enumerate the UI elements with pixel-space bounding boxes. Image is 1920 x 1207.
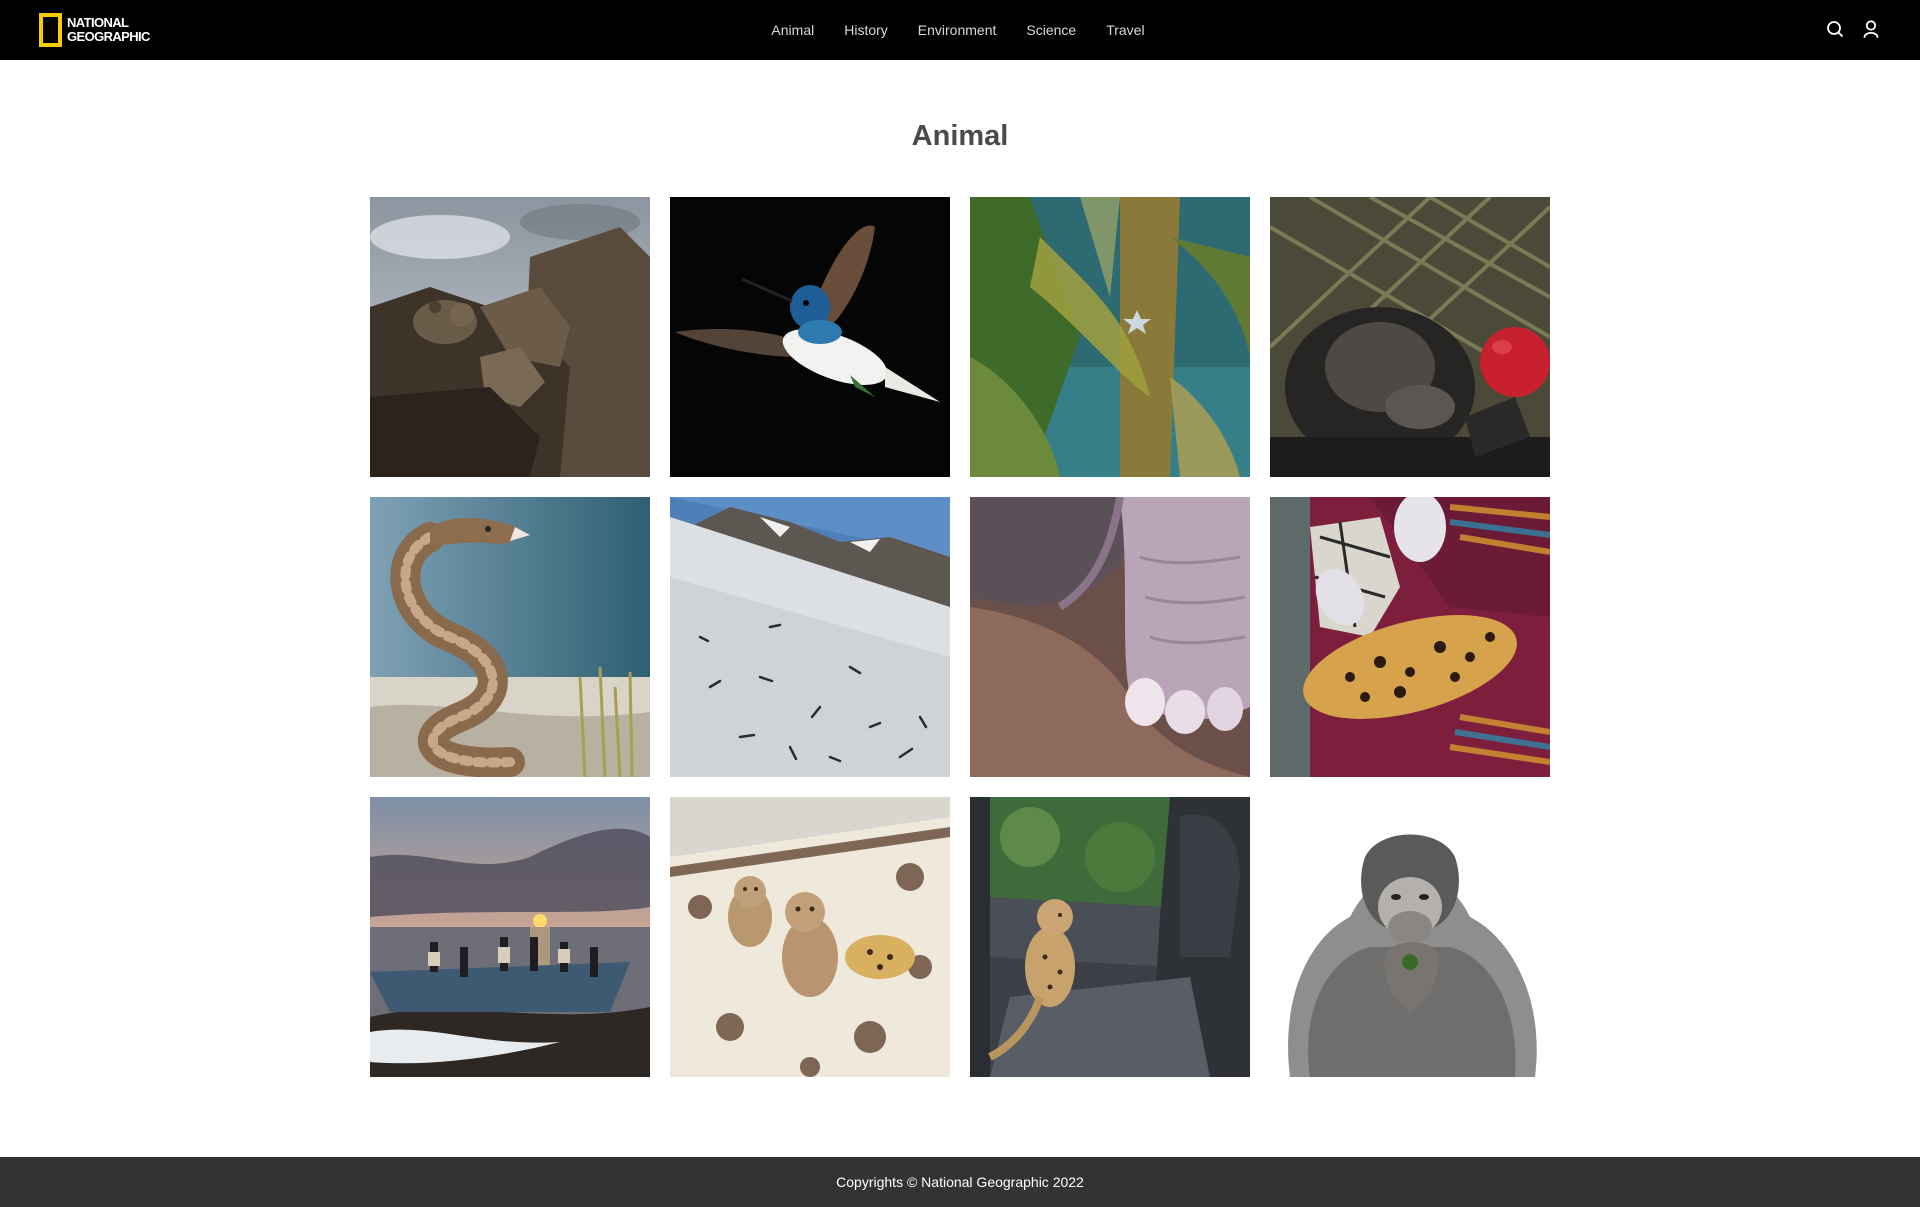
photo-cheetah-car[interactable] <box>970 797 1250 1077</box>
elephant-foot-image <box>970 497 1250 777</box>
copyright-text: Copyrights © National Geographic 2022 <box>836 1174 1084 1190</box>
photo-hummingbird[interactable] <box>670 197 950 477</box>
photo-boat-sunset[interactable] <box>370 797 650 1077</box>
photo-cheetah-cubs[interactable] <box>670 797 950 1077</box>
kelp-image <box>970 197 1250 477</box>
photo-snow-worms[interactable] <box>670 497 950 777</box>
photo-pika[interactable] <box>370 197 650 477</box>
nav-item-science[interactable]: Science <box>1011 22 1091 38</box>
chimpanzee-image <box>1270 197 1550 477</box>
cheetah-cubs-image <box>670 797 950 1077</box>
page-title: Animal <box>911 120 1009 152</box>
photo-bonobo[interactable] <box>1270 797 1550 1077</box>
boat-sunset-image <box>370 797 650 1077</box>
photo-chimpanzee[interactable] <box>1270 197 1550 477</box>
header-tools <box>1826 19 1880 39</box>
footer: Copyrights © National Geographic 2022 <box>0 1157 1920 1207</box>
snow-worms-image <box>670 497 950 777</box>
top-navigation-bar: NATIONAL GEOGRAPHIC Animal History Envir… <box>0 0 1920 60</box>
nav-item-animal[interactable]: Animal <box>756 22 829 38</box>
main-nav: Animal History Environment Science Trave… <box>0 0 1920 60</box>
photo-leopard-care[interactable] <box>1270 497 1550 777</box>
photo-grid <box>370 197 1550 1077</box>
nav-item-history[interactable]: History <box>829 22 903 38</box>
bonobo-image <box>1270 797 1550 1077</box>
nav-item-environment[interactable]: Environment <box>903 22 1012 38</box>
user-icon[interactable] <box>1862 19 1880 39</box>
photo-kelp[interactable] <box>970 197 1250 477</box>
pika-image <box>370 197 650 477</box>
rattlesnake-image <box>370 497 650 777</box>
photo-elephant-foot[interactable] <box>970 497 1250 777</box>
search-icon[interactable] <box>1826 19 1844 39</box>
hummingbird-image <box>670 197 950 477</box>
cheetah-car-image <box>970 797 1250 1077</box>
leopard-care-image <box>1270 497 1550 777</box>
photo-rattlesnake[interactable] <box>370 497 650 777</box>
nav-item-travel[interactable]: Travel <box>1091 22 1159 38</box>
